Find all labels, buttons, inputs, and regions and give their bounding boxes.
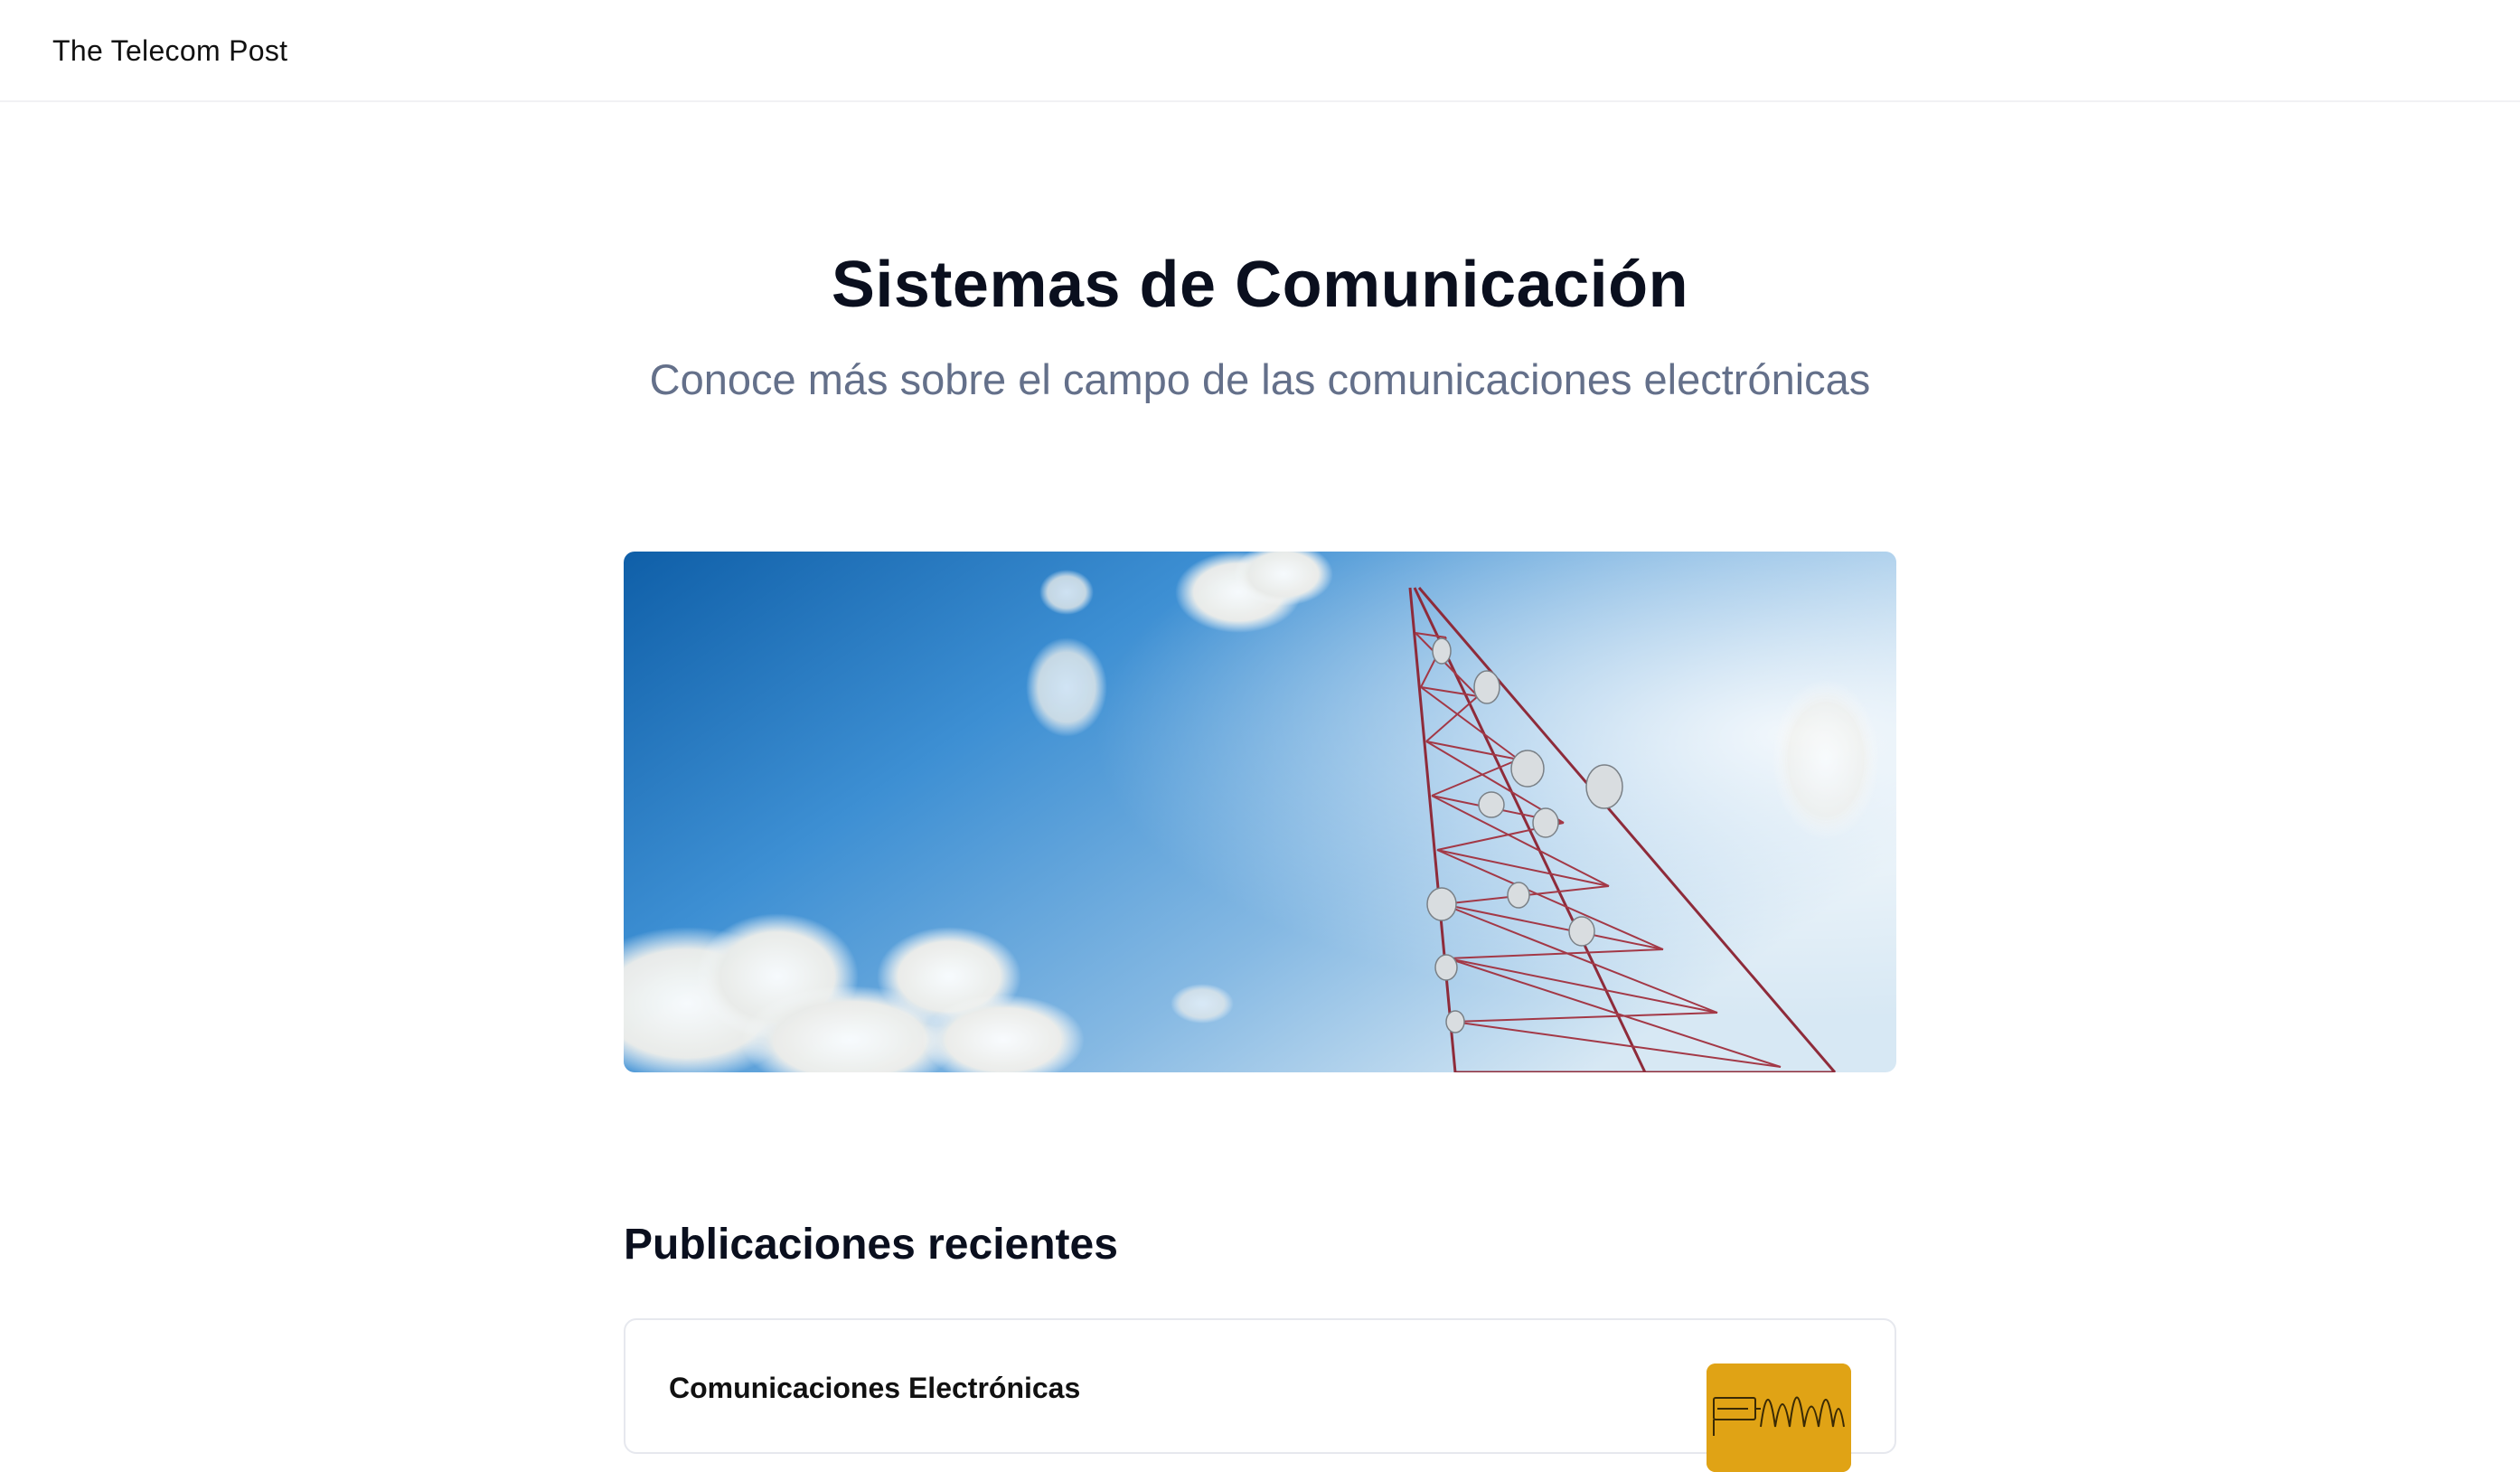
site-header: The Telecom Post [0,0,2520,102]
site-brand-link[interactable]: The Telecom Post [52,29,287,72]
hero-image [624,552,1896,1072]
signal-diagram-thumbnail [1707,1363,1851,1472]
post-card[interactable]: Comunicaciones Electrónicas [624,1318,1896,1472]
page-title: Sistemas de Comunicación [831,249,1689,321]
recent-posts-heading: Publicaciones recientes [624,1221,1118,1269]
telecom-tower-photo [624,552,1896,1072]
post-title[interactable]: Comunicaciones Electrónicas [669,1367,1080,1409]
page-subtitle: Conoce más sobre el campo de las comunic… [649,355,1871,403]
post-thumbnail[interactable] [1707,1363,1851,1472]
